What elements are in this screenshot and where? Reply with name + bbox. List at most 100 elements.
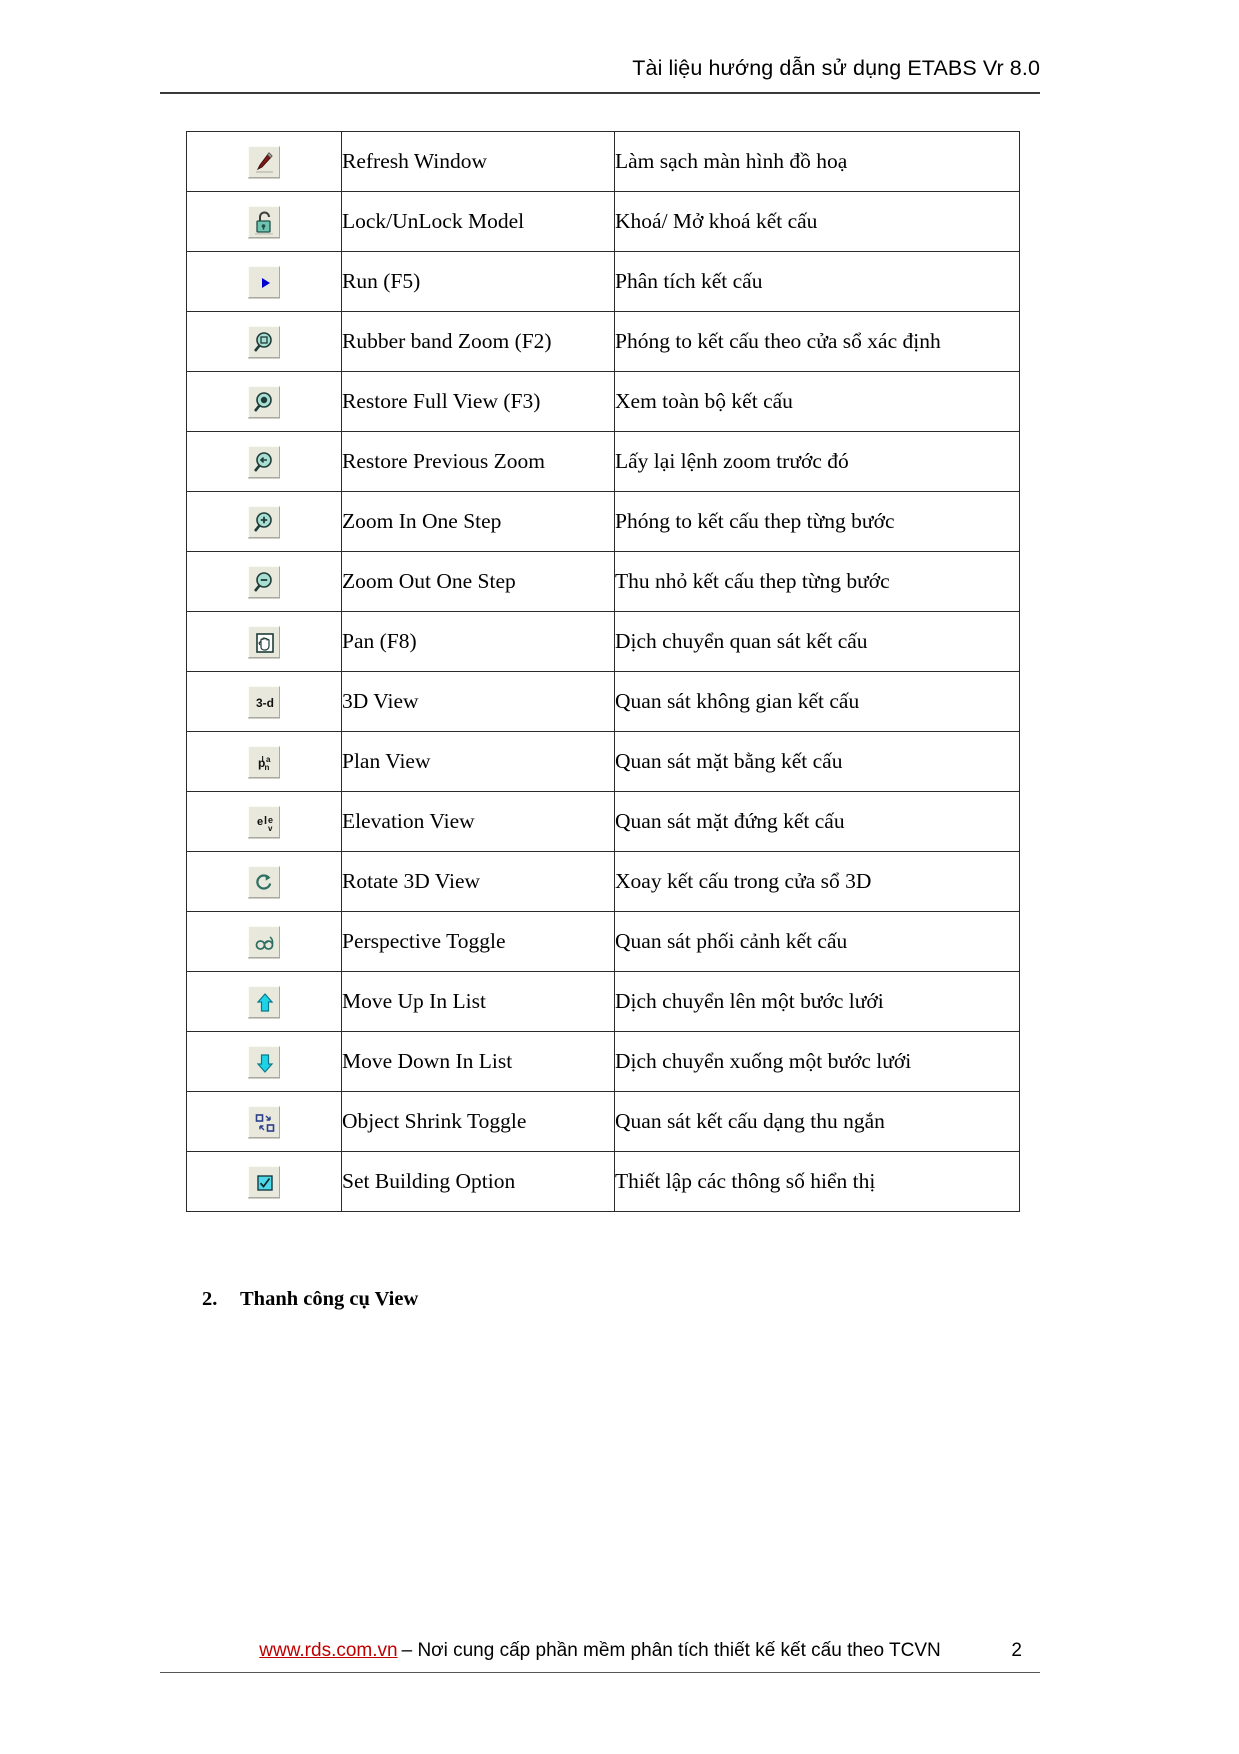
icon-cell: [186, 851, 342, 912]
table-row: Perspective Toggle Quan sát phối cảnh kế…: [186, 911, 1020, 972]
icon-description: Dịch chuyển lên một bước lưới: [614, 971, 1020, 1032]
icon-name: Plan View: [341, 731, 615, 792]
toolbar-icon-table: Refresh Window Làm sạch màn hình đồ hoạ: [186, 131, 1020, 1212]
table-row: p l a n Plan View Quan sát mặt bằng kết …: [186, 731, 1020, 792]
icon-cell: p l a n: [186, 731, 342, 792]
icon-description: Thiết lập các thông số hiển thị: [614, 1151, 1020, 1212]
icon-name: Restore Full View (F3): [341, 371, 615, 432]
icon-name: Zoom In One Step: [341, 491, 615, 552]
pan-hand-icon: [248, 625, 280, 658]
icon-name: Run (F5): [341, 251, 615, 312]
icon-cell: 3-d: [186, 671, 342, 732]
table-row: Set Building Option Thiết lập các thông …: [186, 1151, 1020, 1212]
elevation-view-icon: e l e v: [248, 805, 280, 838]
toolbar-icon-table-wrapper: Refresh Window Làm sạch màn hình đồ hoạ: [186, 131, 1020, 1212]
icon-name: Object Shrink Toggle: [341, 1091, 615, 1152]
icon-description: Khoá/ Mở khoá kết cấu: [614, 191, 1020, 252]
icon-description: Quan sát phối cảnh kết cấu: [614, 911, 1020, 972]
icon-cell: [186, 1151, 342, 1212]
icon-cell: [186, 971, 342, 1032]
icon-name: Set Building Option: [341, 1151, 615, 1212]
icon-cell: [186, 191, 342, 252]
icon-cell: [186, 251, 342, 312]
icon-name: Refresh Window: [341, 131, 615, 192]
svg-text:e: e: [257, 816, 263, 828]
icon-name: Pan (F8): [341, 611, 615, 672]
checkbox-option-icon: [248, 1165, 280, 1198]
run-arrow-icon: [248, 265, 280, 298]
icon-description: Quan sát kết cấu dạng thu ngắn: [614, 1091, 1020, 1152]
icon-name: 3D View: [341, 671, 615, 732]
table-row: Move Down In List Dịch chuyển xuống một …: [186, 1031, 1020, 1092]
table-row: 3-d 3D View Quan sát không gian kết cấu: [186, 671, 1020, 732]
icon-cell: [186, 131, 342, 192]
icon-description: Quan sát mặt đứng kết cấu: [614, 791, 1020, 852]
perspective-toggle-icon: [248, 925, 280, 958]
icon-description: Phân tích kết cấu: [614, 251, 1020, 312]
icon-description: Xoay kết cấu trong cửa sổ 3D: [614, 851, 1020, 912]
icon-cell: [186, 611, 342, 672]
icon-cell: [186, 551, 342, 612]
svg-text:n: n: [265, 763, 270, 772]
footer-url-link[interactable]: www.rds.com.vn: [259, 1640, 397, 1662]
icon-description: Làm sạch màn hình đồ hoạ: [614, 131, 1020, 192]
table-row: Rotate 3D View Xoay kết cấu trong cửa sổ…: [186, 851, 1020, 912]
page-number: 2: [1011, 1640, 1022, 1661]
header-divider: [160, 92, 1040, 94]
table-row: Restore Previous Zoom Lấy lại lệnh zoom …: [186, 431, 1020, 492]
restore-full-view-icon: [248, 385, 280, 418]
icon-description: Lấy lại lệnh zoom trước đó: [614, 431, 1020, 492]
plan-view-icon: p l a n: [248, 745, 280, 778]
object-shrink-toggle-icon: [248, 1105, 280, 1138]
icon-description: Xem toàn bộ kết cấu: [614, 371, 1020, 432]
icon-description: Thu nhỏ kết cấu thep từng bước: [614, 551, 1020, 612]
document-page: Tài liệu hướng dẫn sử dụng ETABS Vr 8.0: [0, 0, 1239, 1754]
icon-name: Rotate 3D View: [341, 851, 615, 912]
table-row: Move Up In List Dịch chuyển lên một bước…: [186, 971, 1020, 1032]
rubber-band-zoom-icon: [248, 325, 280, 358]
page-footer: www.rds.com.vn – Nơi cung cấp phần mềm p…: [160, 1640, 1040, 1662]
table-row: e l e v Elevation View Quan sát mặt đứng…: [186, 791, 1020, 852]
table-row: Object Shrink Toggle Quan sát kết cấu dạ…: [186, 1091, 1020, 1152]
section-number: 2.: [202, 1288, 218, 1310]
page-header: Tài liệu hướng dẫn sử dụng ETABS Vr 8.0: [632, 56, 1040, 80]
svg-text:v: v: [268, 824, 273, 833]
section-title: Thanh công cụ View: [240, 1288, 419, 1310]
icon-cell: [186, 491, 342, 552]
icon-cell: e l e v: [186, 791, 342, 852]
icon-name: Elevation View: [341, 791, 615, 852]
footer-text: – Nơi cung cấp phần mềm phân tích thiết …: [401, 1640, 941, 1661]
table-row: Refresh Window Làm sạch màn hình đồ hoạ: [186, 131, 1020, 192]
icon-description: Dịch chuyển xuống một bước lưới: [614, 1031, 1020, 1092]
icon-cell: [186, 371, 342, 432]
icon-name: Rubber band Zoom (F2): [341, 311, 615, 372]
icon-cell: [186, 311, 342, 372]
icon-cell: [186, 911, 342, 972]
rotate-3d-view-icon: [248, 865, 280, 898]
table-row: Zoom Out One Step Thu nhỏ kết cấu thep t…: [186, 551, 1020, 612]
icon-cell: [186, 1091, 342, 1152]
icon-name: Lock/UnLock Model: [341, 191, 615, 252]
icon-name: Zoom Out One Step: [341, 551, 615, 612]
footer-divider: [160, 1672, 1040, 1673]
svg-text:3-d: 3-d: [256, 696, 274, 710]
table-row: Zoom In One Step Phóng to kết cấu thep t…: [186, 491, 1020, 552]
table-row: Rubber band Zoom (F2) Phóng to kết cấu t…: [186, 311, 1020, 372]
restore-previous-zoom-icon: [248, 445, 280, 478]
icon-name: Move Up In List: [341, 971, 615, 1032]
icon-description: Quan sát mặt bằng kết cấu: [614, 731, 1020, 792]
icon-name: Restore Previous Zoom: [341, 431, 615, 492]
icon-description: Phóng to kết cấu thep từng bước: [614, 491, 1020, 552]
section-heading: 2. Thanh công cụ View: [202, 1288, 418, 1311]
padlock-open-icon: [248, 205, 280, 238]
icon-name: Move Down In List: [341, 1031, 615, 1092]
table-row: Lock/UnLock Model Khoá/ Mở khoá kết cấu: [186, 191, 1020, 252]
icon-description: Phóng to kết cấu theo cửa sổ xác định: [614, 311, 1020, 372]
arrow-down-icon: [248, 1045, 280, 1078]
table-row: Pan (F8) Dịch chuyển quan sát kết cấu: [186, 611, 1020, 672]
icon-description: Quan sát không gian kết cấu: [614, 671, 1020, 732]
arrow-up-icon: [248, 985, 280, 1018]
pencil-refresh-icon: [248, 145, 280, 178]
icon-cell: [186, 1031, 342, 1092]
table-row: Restore Full View (F3) Xem toàn bộ kết c…: [186, 371, 1020, 432]
